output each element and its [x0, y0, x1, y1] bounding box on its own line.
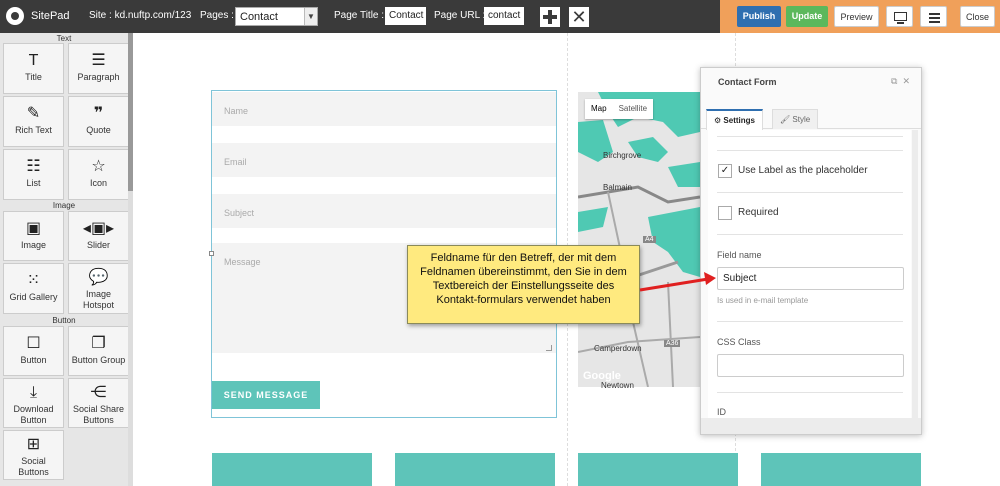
widget-image-hotspot[interactable]: 💬 Image Hotspot	[68, 263, 129, 314]
widget-social-buttons[interactable]: ⊞ Social Buttons	[3, 430, 64, 480]
map-type-tabs: Map Satellite	[585, 99, 654, 119]
widget-button[interactable]: ☐ Button	[3, 326, 64, 376]
widget-paragraph[interactable]: ☰ Paragraph	[68, 43, 129, 94]
paragraph-icon: ☰	[91, 52, 106, 69]
image-icon: ▣	[25, 220, 42, 237]
button-icon: ☐	[26, 335, 41, 352]
use-label-text: Use Label as the placeholder	[738, 165, 868, 176]
css-class-label: CSS Class	[717, 337, 761, 347]
map-tab-map[interactable]: Map	[585, 99, 613, 119]
monitor-icon	[894, 12, 907, 21]
share-icon: ⋲	[90, 384, 107, 401]
grid-icon: ⁙	[26, 272, 41, 289]
panel-footer	[701, 418, 921, 434]
content-tile[interactable]	[395, 453, 555, 486]
content-tile[interactable]	[578, 453, 738, 486]
widget-list[interactable]: ☷ List	[3, 149, 64, 200]
page-title-label: Page Title :	[334, 10, 385, 21]
required-checkbox[interactable]	[718, 206, 732, 220]
settings-scrollbar[interactable]	[912, 130, 918, 418]
chevron-down-icon: ▼	[304, 8, 317, 25]
tab-style[interactable]: 🖌 Style	[772, 109, 819, 129]
road-badge: A4	[643, 236, 656, 243]
menu-button[interactable]	[920, 6, 947, 27]
preview-button[interactable]: Preview	[834, 6, 879, 27]
social-icon: ⊞	[26, 436, 41, 453]
road-badge: A36	[664, 340, 681, 347]
annotation-callout: Feldname für den Betreff, der mit dem Fe…	[407, 245, 640, 324]
desktop-view-button[interactable]	[886, 6, 913, 27]
brush-icon: 🖌	[780, 115, 791, 124]
button-group-icon: ❐	[91, 335, 106, 352]
section-text: Text	[56, 34, 72, 43]
map-widget[interactable]	[578, 92, 700, 387]
pages-select[interactable]: Contact ▼	[235, 7, 318, 26]
hotspot-icon: 💬	[88, 269, 109, 286]
star-icon: ☆	[91, 158, 106, 175]
map-place-label: Camperdown	[594, 344, 642, 353]
google-logo: Google	[583, 370, 621, 382]
map-place-label: Balmain	[603, 183, 632, 192]
site-label: Site : kd.nuftp.com/123	[89, 10, 192, 21]
page-url-label: Page URL :	[434, 10, 486, 21]
tab-settings[interactable]: ⚙ Settings	[706, 109, 763, 130]
use-label-checkbox[interactable]: ✓	[718, 164, 732, 178]
id-label: ID	[717, 407, 726, 417]
sitepad-logo-icon	[6, 7, 24, 25]
name-field[interactable]: Name	[212, 92, 556, 126]
quote-icon: ❞	[93, 105, 104, 122]
panel-title: Contact Form	[718, 77, 777, 87]
map-tab-satellite[interactable]: Satellite	[613, 99, 653, 119]
slider-icon: ◂▣▸	[82, 220, 115, 237]
widget-slider[interactable]: ◂▣▸ Slider	[68, 211, 129, 261]
subject-field[interactable]: Subject	[212, 194, 556, 228]
widget-title[interactable]: T Title	[3, 43, 64, 94]
required-text: Required	[738, 207, 779, 218]
pages-select-value: Contact	[240, 11, 278, 23]
field-name-label: Field name	[717, 250, 762, 260]
section-image: Image	[52, 201, 76, 210]
delete-page-button[interactable]: ✕	[569, 7, 589, 27]
resize-handle-icon[interactable]	[546, 345, 552, 351]
widget-rich-text[interactable]: ✎ Rich Text	[3, 96, 64, 147]
section-button: Button	[52, 316, 76, 325]
popout-icon[interactable]: ⧉	[891, 76, 897, 86]
widget-image[interactable]: ▣ Image	[3, 211, 64, 261]
panel-window-icons: ⧉ ✕	[891, 76, 910, 87]
css-class-input[interactable]	[717, 354, 904, 377]
field-name-hint: Is used in e-mail template	[717, 296, 809, 305]
send-message-button[interactable]: SEND MESSAGE	[212, 381, 320, 409]
content-tile[interactable]	[761, 453, 921, 486]
widget-download-button[interactable]: ⤓ Download Button	[3, 378, 64, 428]
publish-button[interactable]: Publish	[737, 6, 781, 27]
list-icon: ☷	[26, 158, 41, 175]
map-place-label: Newtown	[601, 381, 634, 390]
widget-social-share-buttons[interactable]: ⋲ Social Share Buttons	[68, 378, 129, 428]
add-page-button[interactable]	[540, 7, 560, 27]
field-name-input[interactable]: Subject	[717, 267, 904, 290]
content-tile[interactable]	[212, 453, 372, 486]
rich-text-icon: ✎	[26, 105, 41, 122]
widget-button-group[interactable]: ❐ Button Group	[68, 326, 129, 376]
widget-grid-gallery[interactable]: ⁙ Grid Gallery	[3, 263, 64, 314]
page-title-input[interactable]: Contact	[385, 7, 426, 25]
widget-icon[interactable]: ☆ Icon	[68, 149, 129, 200]
pages-label: Pages :	[200, 10, 234, 21]
page-url-input[interactable]: contact	[484, 7, 524, 25]
brand-name: SitePad	[31, 10, 70, 22]
title-icon: T	[28, 52, 39, 69]
close-button[interactable]: Close	[960, 6, 995, 27]
map-graphic	[578, 92, 700, 387]
widget-quote[interactable]: ❞ Quote	[68, 96, 129, 147]
selection-handle[interactable]	[209, 251, 214, 256]
download-icon: ⤓	[29, 384, 38, 401]
gear-icon: ⚙	[714, 116, 722, 125]
map-place-label: Birchgrove	[603, 151, 642, 160]
email-field[interactable]: Email	[212, 143, 556, 177]
update-button[interactable]: Update	[786, 6, 828, 27]
close-icon[interactable]: ✕	[902, 76, 910, 86]
